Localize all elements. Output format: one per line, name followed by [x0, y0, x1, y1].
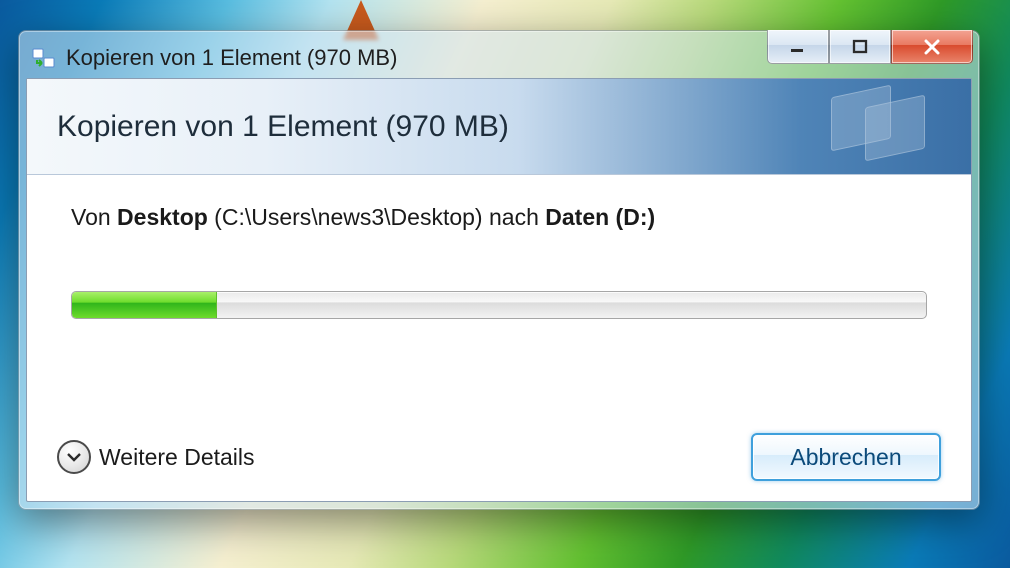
maximize-button[interactable]	[829, 30, 891, 64]
transfer-path-text: Von Desktop (C:\Users\news3\Desktop) nac…	[71, 203, 927, 233]
chevron-down-icon	[57, 440, 91, 474]
transfer-source-name: Desktop	[117, 204, 208, 230]
minimize-button[interactable]	[767, 30, 829, 64]
dialog-header: Kopieren von 1 Element (970 MB)	[27, 79, 971, 175]
copy-transfer-icon	[32, 48, 56, 68]
window-controls	[767, 30, 973, 64]
more-details-toggle[interactable]: Weitere Details	[57, 440, 255, 474]
transfer-prefix: Von	[71, 204, 117, 230]
dialog-header-title: Kopieren von 1 Element (970 MB)	[57, 110, 509, 144]
dialog-footer: Weitere Details Abbrechen	[27, 419, 971, 501]
dialog-content: Von Desktop (C:\Users\news3\Desktop) nac…	[27, 175, 971, 419]
dialog-body: Kopieren von 1 Element (970 MB) Von Desk…	[26, 78, 972, 502]
cancel-button[interactable]: Abbrechen	[751, 433, 941, 481]
transfer-source-path: (C:\Users\news3\Desktop)	[208, 204, 489, 230]
more-details-label: Weitere Details	[99, 444, 255, 471]
transfer-middle: nach	[489, 204, 545, 230]
transfer-dest-name: Daten (D:)	[545, 204, 655, 230]
progress-bar	[71, 291, 927, 319]
progress-fill	[72, 292, 217, 318]
copy-dialog-window: Kopieren von 1 Element (970 MB) Kopieren…	[18, 30, 980, 510]
close-button[interactable]	[891, 30, 973, 64]
folder-transfer-icon	[831, 91, 951, 171]
